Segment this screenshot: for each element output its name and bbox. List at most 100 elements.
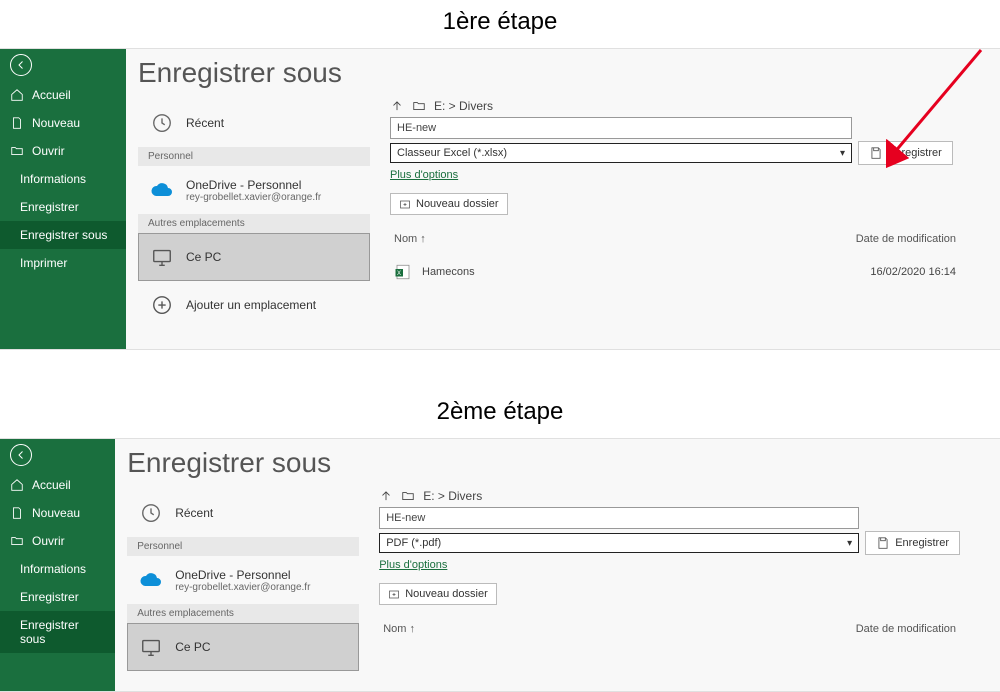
locations-header-personal: Personnel xyxy=(138,147,370,166)
location-recent[interactable]: Récent xyxy=(138,99,370,147)
sidebar-item-open[interactable]: Ouvrir xyxy=(0,137,126,165)
folder-icon xyxy=(412,99,426,113)
save-icon xyxy=(869,146,883,160)
sidebar-label: Informations xyxy=(20,562,86,576)
location-label: Ce PC xyxy=(175,640,210,654)
sidebar-label: Imprimer xyxy=(20,256,67,270)
file-format-select[interactable]: Classeur Excel (*.xlsx) ▾ xyxy=(390,143,852,163)
sidebar-label: Ouvrir xyxy=(32,534,65,548)
sidebar-item-open[interactable]: Ouvrir xyxy=(0,527,115,555)
sidebar-label: Informations xyxy=(20,172,86,186)
chevron-down-icon: ▾ xyxy=(840,148,845,159)
filename-input[interactable] xyxy=(390,117,852,139)
file-list-header: Nom ↑ Date de modification xyxy=(379,623,960,639)
sidebar-item-print[interactable]: Imprimer xyxy=(0,249,126,277)
save-button[interactable]: Enregistrer xyxy=(858,141,953,165)
up-arrow-icon xyxy=(390,99,404,113)
location-label: Ce PC xyxy=(186,250,221,264)
locations-header-other: Autres emplacements xyxy=(127,604,359,623)
back-button[interactable] xyxy=(10,444,32,466)
filename-input[interactable] xyxy=(379,507,859,529)
location-add[interactable]: Ajouter un emplacement xyxy=(138,281,370,329)
more-options-link[interactable]: Plus d'options xyxy=(390,169,458,181)
file-list-header: Nom ↑ Date de modification xyxy=(390,233,960,249)
file-panel: E: > Divers Classeur Excel (*.xlsx) ▾ En… xyxy=(390,99,1000,329)
sidebar: Accueil Nouveau Ouvrir Informations Enre… xyxy=(0,49,126,349)
page-title: Enregistrer sous xyxy=(127,447,1000,489)
sidebar-label: Nouveau xyxy=(32,116,80,130)
col-date-header[interactable]: Date de modification xyxy=(856,233,956,245)
new-folder-icon xyxy=(399,198,411,210)
locations-header-other: Autres emplacements xyxy=(138,214,370,233)
format-value: Classeur Excel (*.xlsx) xyxy=(397,147,507,159)
svg-text:X: X xyxy=(397,271,401,277)
path-breadcrumb[interactable]: E: > Divers xyxy=(379,489,960,503)
step1-title: 1ère étape xyxy=(0,0,1000,48)
location-this-pc[interactable]: Ce PC xyxy=(127,623,359,671)
location-this-pc[interactable]: Ce PC xyxy=(138,233,370,281)
file-date: 16/02/2020 16:14 xyxy=(870,266,956,278)
sidebar-label: Enregistrer xyxy=(20,590,79,604)
col-name-header[interactable]: Nom ↑ xyxy=(383,623,415,635)
file-row[interactable]: X Hamecons 16/02/2020 16:14 xyxy=(390,249,960,295)
sidebar-label: Nouveau xyxy=(32,506,80,520)
page-title: Enregistrer sous xyxy=(138,57,1000,99)
save-button-label: Enregistrer xyxy=(895,537,949,549)
excel-file-icon: X xyxy=(394,263,412,281)
path-text: E: > Divers xyxy=(423,489,482,503)
more-options-link[interactable]: Plus d'options xyxy=(379,559,447,571)
new-folder-button[interactable]: Nouveau dossier xyxy=(390,193,508,215)
sidebar-item-info[interactable]: Informations xyxy=(0,555,115,583)
sidebar-item-save[interactable]: Enregistrer xyxy=(0,583,115,611)
sidebar-label: Enregistrer sous xyxy=(20,618,105,646)
sidebar-label: Accueil xyxy=(32,478,71,492)
format-value: PDF (*.pdf) xyxy=(386,537,441,549)
sidebar-item-new[interactable]: Nouveau xyxy=(0,499,115,527)
up-arrow-icon xyxy=(379,489,393,503)
path-text: E: > Divers xyxy=(434,99,493,113)
sidebar-item-save-as[interactable]: Enregistrer sous xyxy=(0,221,126,249)
location-label: OneDrive - Personnel xyxy=(186,178,321,192)
locations-header-personal: Personnel xyxy=(127,537,359,556)
new-folder-button[interactable]: Nouveau dossier xyxy=(379,583,497,605)
save-icon xyxy=(876,536,890,550)
location-onedrive[interactable]: OneDrive - Personnel rey-grobellet.xavie… xyxy=(138,166,370,214)
location-label: OneDrive - Personnel xyxy=(175,568,310,582)
new-folder-label: Nouveau dossier xyxy=(405,588,488,600)
location-label: Récent xyxy=(175,506,213,520)
locations-column: Récent Personnel OneDrive - Personnel re… xyxy=(138,99,370,329)
chevron-down-icon: ▾ xyxy=(847,538,852,549)
sidebar-item-home[interactable]: Accueil xyxy=(0,81,126,109)
save-button-label: Enregistrer xyxy=(888,147,942,159)
folder-icon xyxy=(401,489,415,503)
file-format-select[interactable]: PDF (*.pdf) ▾ xyxy=(379,533,859,553)
location-sublabel: rey-grobellet.xavier@orange.fr xyxy=(175,582,310,593)
main-panel: Enregistrer sous Récent Personnel xyxy=(115,439,1000,691)
step2-app-window: Accueil Nouveau Ouvrir Informations Enre… xyxy=(0,438,1000,692)
sidebar-label: Accueil xyxy=(32,88,71,102)
location-onedrive[interactable]: OneDrive - Personnel rey-grobellet.xavie… xyxy=(127,556,359,604)
sidebar-item-info[interactable]: Informations xyxy=(0,165,126,193)
new-folder-label: Nouveau dossier xyxy=(416,198,499,210)
sidebar-item-save[interactable]: Enregistrer xyxy=(0,193,126,221)
file-name: Hamecons xyxy=(422,266,475,278)
step1-app-window: Accueil Nouveau Ouvrir Informations Enre… xyxy=(0,48,1000,350)
sidebar-item-save-as[interactable]: Enregistrer sous xyxy=(0,611,115,653)
location-label: Récent xyxy=(186,116,224,130)
col-date-header[interactable]: Date de modification xyxy=(856,623,956,635)
location-recent[interactable]: Récent xyxy=(127,489,359,537)
new-folder-icon xyxy=(388,588,400,600)
file-panel: E: > Divers PDF (*.pdf) ▾ Enregistrer xyxy=(379,489,1000,671)
sidebar-label: Ouvrir xyxy=(32,144,65,158)
back-button[interactable] xyxy=(10,54,32,76)
main-panel: Enregistrer sous Récent Personnel xyxy=(126,49,1000,349)
col-name-header[interactable]: Nom ↑ xyxy=(394,233,426,245)
sidebar-label: Enregistrer sous xyxy=(20,228,107,242)
sidebar-item-home[interactable]: Accueil xyxy=(0,471,115,499)
save-button[interactable]: Enregistrer xyxy=(865,531,960,555)
locations-column: Récent Personnel OneDrive - Personnel re… xyxy=(127,489,359,671)
path-breadcrumb[interactable]: E: > Divers xyxy=(390,99,960,113)
sidebar: Accueil Nouveau Ouvrir Informations Enre… xyxy=(0,439,115,691)
location-label: Ajouter un emplacement xyxy=(186,298,316,312)
sidebar-item-new[interactable]: Nouveau xyxy=(0,109,126,137)
